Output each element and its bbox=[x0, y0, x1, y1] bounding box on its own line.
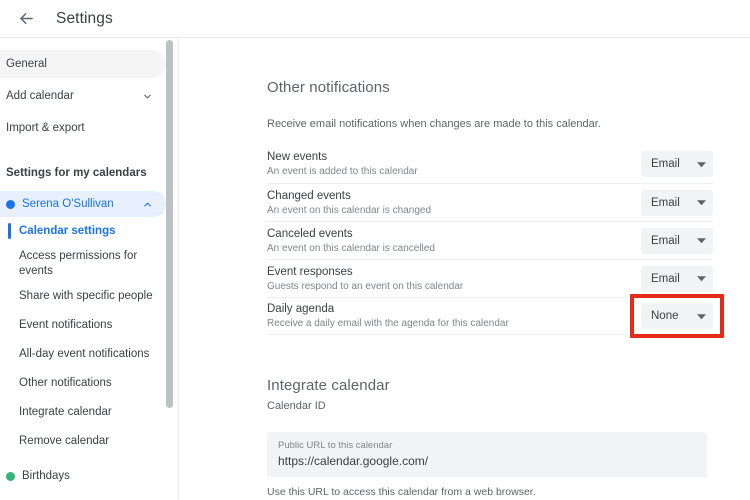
calendar-color-dot bbox=[6, 471, 15, 481]
sidebar-item-integrate-calendar[interactable]: Integrate calendar bbox=[0, 398, 166, 427]
sidebar-item-access-permissions[interactable]: Access permissions for events bbox=[0, 246, 166, 282]
app-header: Settings bbox=[0, 0, 750, 38]
notification-row-event-responses: Event responses Guests respond to an eve… bbox=[267, 259, 713, 297]
row-text: New events An event is added to this cal… bbox=[267, 150, 428, 178]
dropdown-value: Email bbox=[651, 158, 680, 170]
sidebar-item-label: Access permissions for events bbox=[19, 250, 138, 277]
notification-type-dropdown-daily-agenda[interactable]: None bbox=[641, 303, 713, 329]
dropdown-value: Email bbox=[651, 196, 680, 209]
row-subtitle: Receive a daily email with the agenda fo… bbox=[267, 318, 509, 329]
sidebar-item-import-export[interactable]: Import & export bbox=[0, 114, 166, 142]
notification-row-changed-events: Changed events An event on this calendar… bbox=[267, 183, 713, 221]
sidebar-item-remove-calendar[interactable]: Remove calendar bbox=[0, 427, 166, 456]
notification-row-daily-agenda: Daily agenda Receive a daily email with … bbox=[267, 294, 724, 338]
row-title: New events bbox=[267, 151, 328, 163]
row-subtitle: An event on this calendar is changed bbox=[267, 204, 431, 216]
sidebar-item-calendar-settings[interactable]: Calendar settings bbox=[0, 217, 166, 246]
notification-type-dropdown-new-events[interactable]: Email bbox=[641, 151, 713, 177]
sidebar-calendar-birthdays[interactable]: Birthdays bbox=[0, 462, 166, 490]
public-url-note: Use this URL to access this calendar fro… bbox=[267, 486, 536, 498]
sidebar-item-label: All-day event notifications bbox=[19, 348, 150, 360]
row-subtitle: An event is added to this calendar bbox=[267, 166, 418, 177]
row-title: Event responses bbox=[267, 265, 353, 278]
notification-type-dropdown-event-responses[interactable]: Email bbox=[641, 265, 713, 292]
chevron-down-icon bbox=[696, 274, 706, 284]
sidebar-item-label: General bbox=[6, 58, 47, 70]
chevron-down-icon bbox=[696, 159, 706, 169]
settings-main-content: Other notifications Receive email notifi… bbox=[166, 38, 750, 500]
public-url-field[interactable]: Public URL to this calendar https://cale… bbox=[267, 432, 707, 477]
section-description: Receive email notifications when changes… bbox=[267, 118, 601, 130]
sidebar-item-share-with-specific-people[interactable]: Share with specific people bbox=[0, 282, 166, 311]
chevron-down-icon bbox=[696, 311, 706, 321]
row-text: Event responses Guests respond to an eve… bbox=[267, 265, 473, 293]
dropdown-wrapper: Email bbox=[641, 227, 713, 254]
calendar-name-label: Birthdays bbox=[22, 470, 70, 482]
row-title: Changed events bbox=[267, 189, 351, 202]
sidebar-item-general[interactable]: General bbox=[0, 50, 166, 78]
sidebar-item-label: Other notifications bbox=[19, 377, 112, 389]
sidebar-item-other-notifications[interactable]: Other notifications bbox=[0, 369, 166, 398]
dropdown-wrapper: Email bbox=[641, 189, 713, 216]
row-subtitle: An event on this calendar is cancelled bbox=[267, 242, 435, 254]
notification-rows: New events An event is added to this cal… bbox=[267, 145, 724, 338]
section-title-integrate-calendar: Integrate calendar bbox=[267, 377, 390, 394]
row-title: Daily agenda bbox=[267, 303, 335, 315]
calendar-color-dot bbox=[6, 199, 15, 209]
row-text: Daily agenda Receive a daily email with … bbox=[267, 302, 519, 330]
arrow-left-icon[interactable] bbox=[14, 7, 38, 31]
notification-row-new-events: New events An event is added to this cal… bbox=[267, 145, 713, 183]
calendar-name-label: Serena O'Sullivan bbox=[22, 198, 114, 210]
sidebar-calendar-serena[interactable]: Serena O'Sullivan bbox=[0, 191, 166, 217]
dropdown-value: None bbox=[651, 310, 679, 322]
sidebar-item-label: Calendar settings bbox=[19, 225, 116, 237]
row-subtitle: Guests respond to an event on this calen… bbox=[267, 280, 464, 292]
sidebar-item-label: Share with specific people bbox=[19, 290, 153, 302]
sidebar-item-event-notifications[interactable]: Event notifications bbox=[0, 311, 166, 340]
sidebar-section-label: Settings for my calendars bbox=[6, 167, 147, 179]
public-url-label: Public URL to this calendar bbox=[278, 440, 393, 451]
sidebar-item-label: Integrate calendar bbox=[19, 406, 112, 418]
dropdown-value: Email bbox=[651, 234, 680, 247]
row-title: Canceled events bbox=[267, 227, 353, 240]
settings-sidebar: General Add calendar Import & export Set… bbox=[0, 38, 166, 500]
sidebar-item-label: Add calendar bbox=[6, 90, 74, 102]
sidebar-item-label: Import & export bbox=[6, 122, 85, 134]
chevron-down-icon bbox=[696, 236, 706, 246]
notification-type-dropdown-changed-events[interactable]: Email bbox=[641, 189, 713, 216]
page-title: Settings bbox=[56, 9, 113, 27]
row-text: Changed events An event on this calendar… bbox=[267, 189, 441, 217]
sidebar-item-label: Remove calendar bbox=[19, 435, 110, 447]
sidebar-item-add-calendar[interactable]: Add calendar bbox=[0, 82, 166, 110]
sidebar-item-all-day-event-notifications[interactable]: All-day event notifications bbox=[0, 340, 166, 369]
sidebar-divider bbox=[178, 38, 179, 500]
sidebar-item-label: Event notifications bbox=[19, 319, 113, 331]
body-container: General Add calendar Import & export Set… bbox=[0, 38, 750, 500]
dropdown-value: Email bbox=[651, 272, 680, 285]
public-url-value: https://calendar.google.com/ bbox=[278, 454, 429, 468]
notification-row-canceled-events: Canceled events An event on this calenda… bbox=[267, 221, 713, 259]
row-text: Canceled events An event on this calenda… bbox=[267, 227, 445, 255]
dropdown-wrapper: Email bbox=[641, 265, 713, 292]
dropdown-wrapper: None bbox=[630, 294, 724, 338]
chevron-down-icon bbox=[140, 89, 154, 103]
chevron-up-icon bbox=[140, 197, 154, 211]
calendar-id-label: Calendar ID bbox=[267, 400, 326, 412]
section-title-other-notifications: Other notifications bbox=[267, 79, 390, 96]
notification-type-dropdown-canceled-events[interactable]: Email bbox=[641, 227, 713, 254]
sidebar-scrollbar-track[interactable] bbox=[166, 38, 178, 500]
chevron-down-icon bbox=[696, 198, 706, 208]
sidebar-scrollbar-thumb[interactable] bbox=[166, 40, 173, 408]
dropdown-wrapper: Email bbox=[641, 151, 713, 177]
